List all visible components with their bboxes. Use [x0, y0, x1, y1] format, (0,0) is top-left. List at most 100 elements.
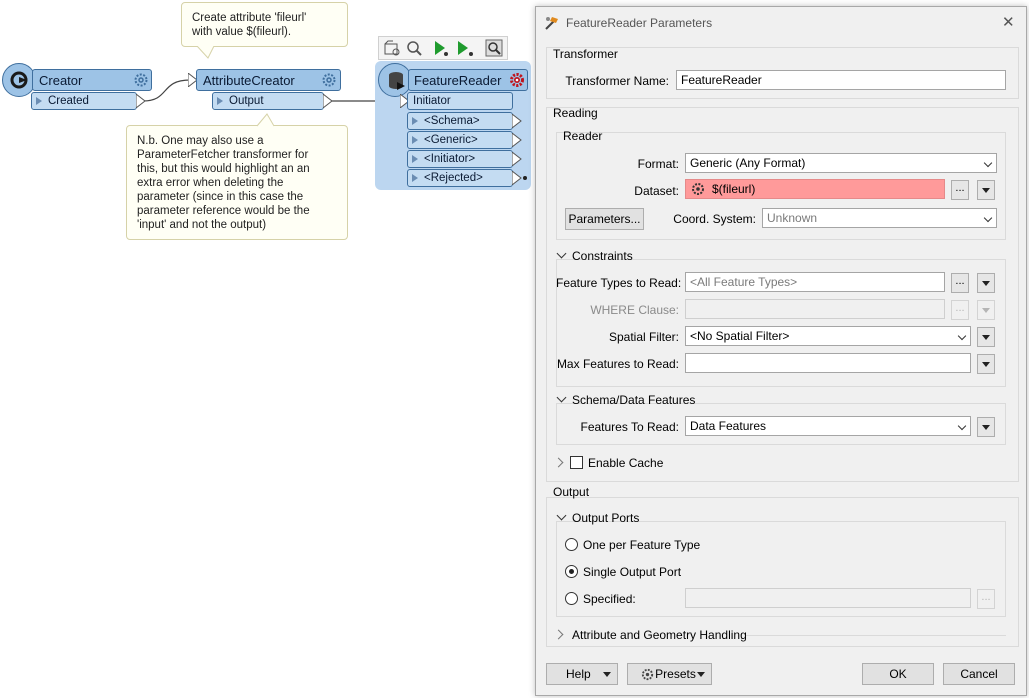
annotation-note-top[interactable]: Create attribute 'fileurl' with value $(… [181, 2, 348, 47]
max-features-input[interactable] [685, 353, 971, 373]
zoom-icon[interactable] [484, 38, 504, 58]
presets-button[interactable]: Presets [627, 663, 712, 685]
feature-types-browse-button[interactable]: ... [951, 273, 969, 293]
help-button[interactable]: Help [546, 663, 618, 685]
format-select[interactable]: Generic (Any Format) [685, 153, 997, 173]
chevron-down-icon [697, 672, 705, 677]
transformer-name-label: Transformer Name: [565, 74, 669, 88]
gear-icon [641, 668, 654, 681]
constraints-section-title[interactable]: Constraints [572, 249, 633, 263]
output-arrow-icon [512, 152, 522, 166]
attributecreator-output-port[interactable]: Output [212, 92, 324, 110]
dialog-title: FeatureReader Parameters [566, 16, 713, 30]
dataset-input[interactable]: $(fileurl) [685, 179, 945, 199]
gear-icon[interactable] [133, 72, 149, 88]
featurereader-output-port-generic[interactable]: <Generic> [407, 131, 513, 149]
where-clause-input [685, 299, 945, 319]
note-pointer [196, 46, 215, 59]
port-label: <Generic> [424, 134, 478, 146]
features-to-read-select[interactable]: Data Features [685, 416, 971, 436]
featurereader-parameters-dialog: FeatureReader Parameters ✕ Transformer T… [535, 6, 1027, 696]
where-clause-label: WHERE Clause: [590, 303, 679, 317]
specified-browse-button: ... [977, 589, 995, 609]
radio-specified[interactable] [565, 592, 578, 605]
expand-icon [412, 174, 418, 182]
features-to-read-value: Data Features [690, 419, 767, 433]
close-icon[interactable]: ✕ [1002, 13, 1015, 31]
creator-title: Creator [39, 73, 83, 88]
max-features-menu-button[interactable] [977, 354, 995, 374]
divider [746, 635, 1006, 636]
radio-one-per-feature-type[interactable] [565, 538, 578, 551]
fme-app-icon [545, 17, 558, 30]
attributecreator-title: AttributeCreator [203, 73, 295, 88]
radio-one-per-feature-type-label[interactable]: One per Feature Type [583, 538, 700, 552]
output-arrow-icon [512, 133, 522, 147]
expand-icon [412, 155, 418, 163]
annotation-note-bottom[interactable]: N.b. One may also use a ParameterFetcher… [126, 125, 348, 240]
radio-single-output-port[interactable] [565, 565, 578, 578]
spatial-filter-label: Spatial Filter: [608, 330, 679, 344]
chevron-down-icon [983, 158, 993, 168]
enable-cache-checkbox[interactable] [570, 456, 583, 469]
chevron-down-icon [957, 421, 967, 431]
parameter-gear-icon [692, 183, 704, 195]
featurereader-title: FeatureReader [414, 73, 502, 88]
expand-icon [412, 117, 418, 125]
expand-icon [412, 136, 418, 144]
expand-icon [36, 97, 42, 105]
enable-cache-label[interactable]: Enable Cache [588, 456, 663, 470]
attr-geom-section-title[interactable]: Attribute and Geometry Handling [572, 628, 747, 642]
dataset-label: Dataset: [634, 184, 679, 198]
creator-output-port[interactable]: Created [31, 92, 137, 110]
radio-single-output-port-label[interactable]: Single Output Port [583, 565, 681, 579]
run-from-icon[interactable] [454, 38, 474, 58]
spatial-filter-select[interactable]: <No Spatial Filter> [685, 326, 971, 346]
featurereader-output-port-initiator[interactable]: <Initiator> [407, 150, 513, 168]
port-label: Created [48, 95, 89, 107]
dataset-browse-button[interactable]: ... [951, 180, 969, 200]
cancel-button[interactable]: Cancel [943, 663, 1015, 685]
output-arrow-icon [512, 114, 522, 128]
creator-node[interactable]: Creator [32, 69, 152, 91]
ok-button[interactable]: OK [862, 663, 934, 685]
featurereader-output-port-schema[interactable]: <Schema> [407, 112, 513, 130]
features-to-read-label: Features To Read: [580, 420, 679, 434]
max-features-label: Max Features to Read: [556, 357, 679, 371]
output-ports-section-title[interactable]: Output Ports [572, 511, 639, 525]
attributecreator-node[interactable]: AttributeCreator [196, 69, 341, 91]
parameters-button[interactable]: Parameters... [565, 208, 644, 230]
spatial-filter-value: <No Spatial Filter> [690, 329, 790, 343]
inspect-icon[interactable] [404, 38, 424, 58]
radio-specified-label[interactable]: Specified: [583, 592, 636, 606]
coord-system-value: Unknown [767, 211, 818, 225]
feature-types-input[interactable]: <All Feature Types> [685, 272, 945, 292]
spatial-filter-menu-button[interactable] [977, 327, 995, 347]
feature-types-menu-button[interactable] [977, 273, 995, 293]
featurereader-node[interactable]: FeatureReader [408, 69, 528, 91]
reading-section-title: Reading [553, 106, 598, 120]
coord-system-select[interactable]: Unknown [762, 208, 997, 228]
feature-types-label: Feature Types to Read: [556, 276, 682, 290]
schema-data-section-title[interactable]: Schema/Data Features [572, 393, 695, 407]
featurereader-output-port-rejected[interactable]: <Rejected> [407, 169, 513, 187]
note-pointer [256, 113, 275, 127]
output-section-title: Output [553, 485, 590, 499]
coord-system-label: Coord. System: [673, 212, 756, 226]
gear-icon[interactable] [321, 72, 337, 88]
chevron-down-icon [603, 672, 611, 677]
gear-icon-red[interactable] [509, 72, 525, 88]
run-to-icon[interactable] [431, 38, 451, 58]
expand-icon [217, 97, 223, 105]
open-reader-icon[interactable] [382, 38, 402, 58]
specified-input [685, 588, 971, 608]
reader-section-title: Reader [563, 129, 603, 143]
chevron-down-icon [983, 213, 993, 223]
featurereader-input-port[interactable]: Initiator [407, 92, 513, 110]
transformer-name-input[interactable]: FeatureReader [676, 70, 1006, 90]
dataset-menu-button[interactable] [977, 180, 995, 200]
where-clause-browse-button: ... [951, 300, 969, 320]
output-arrow-icon [512, 171, 527, 185]
chevron-down-icon [957, 331, 967, 341]
features-to-read-menu-button[interactable] [977, 417, 995, 437]
